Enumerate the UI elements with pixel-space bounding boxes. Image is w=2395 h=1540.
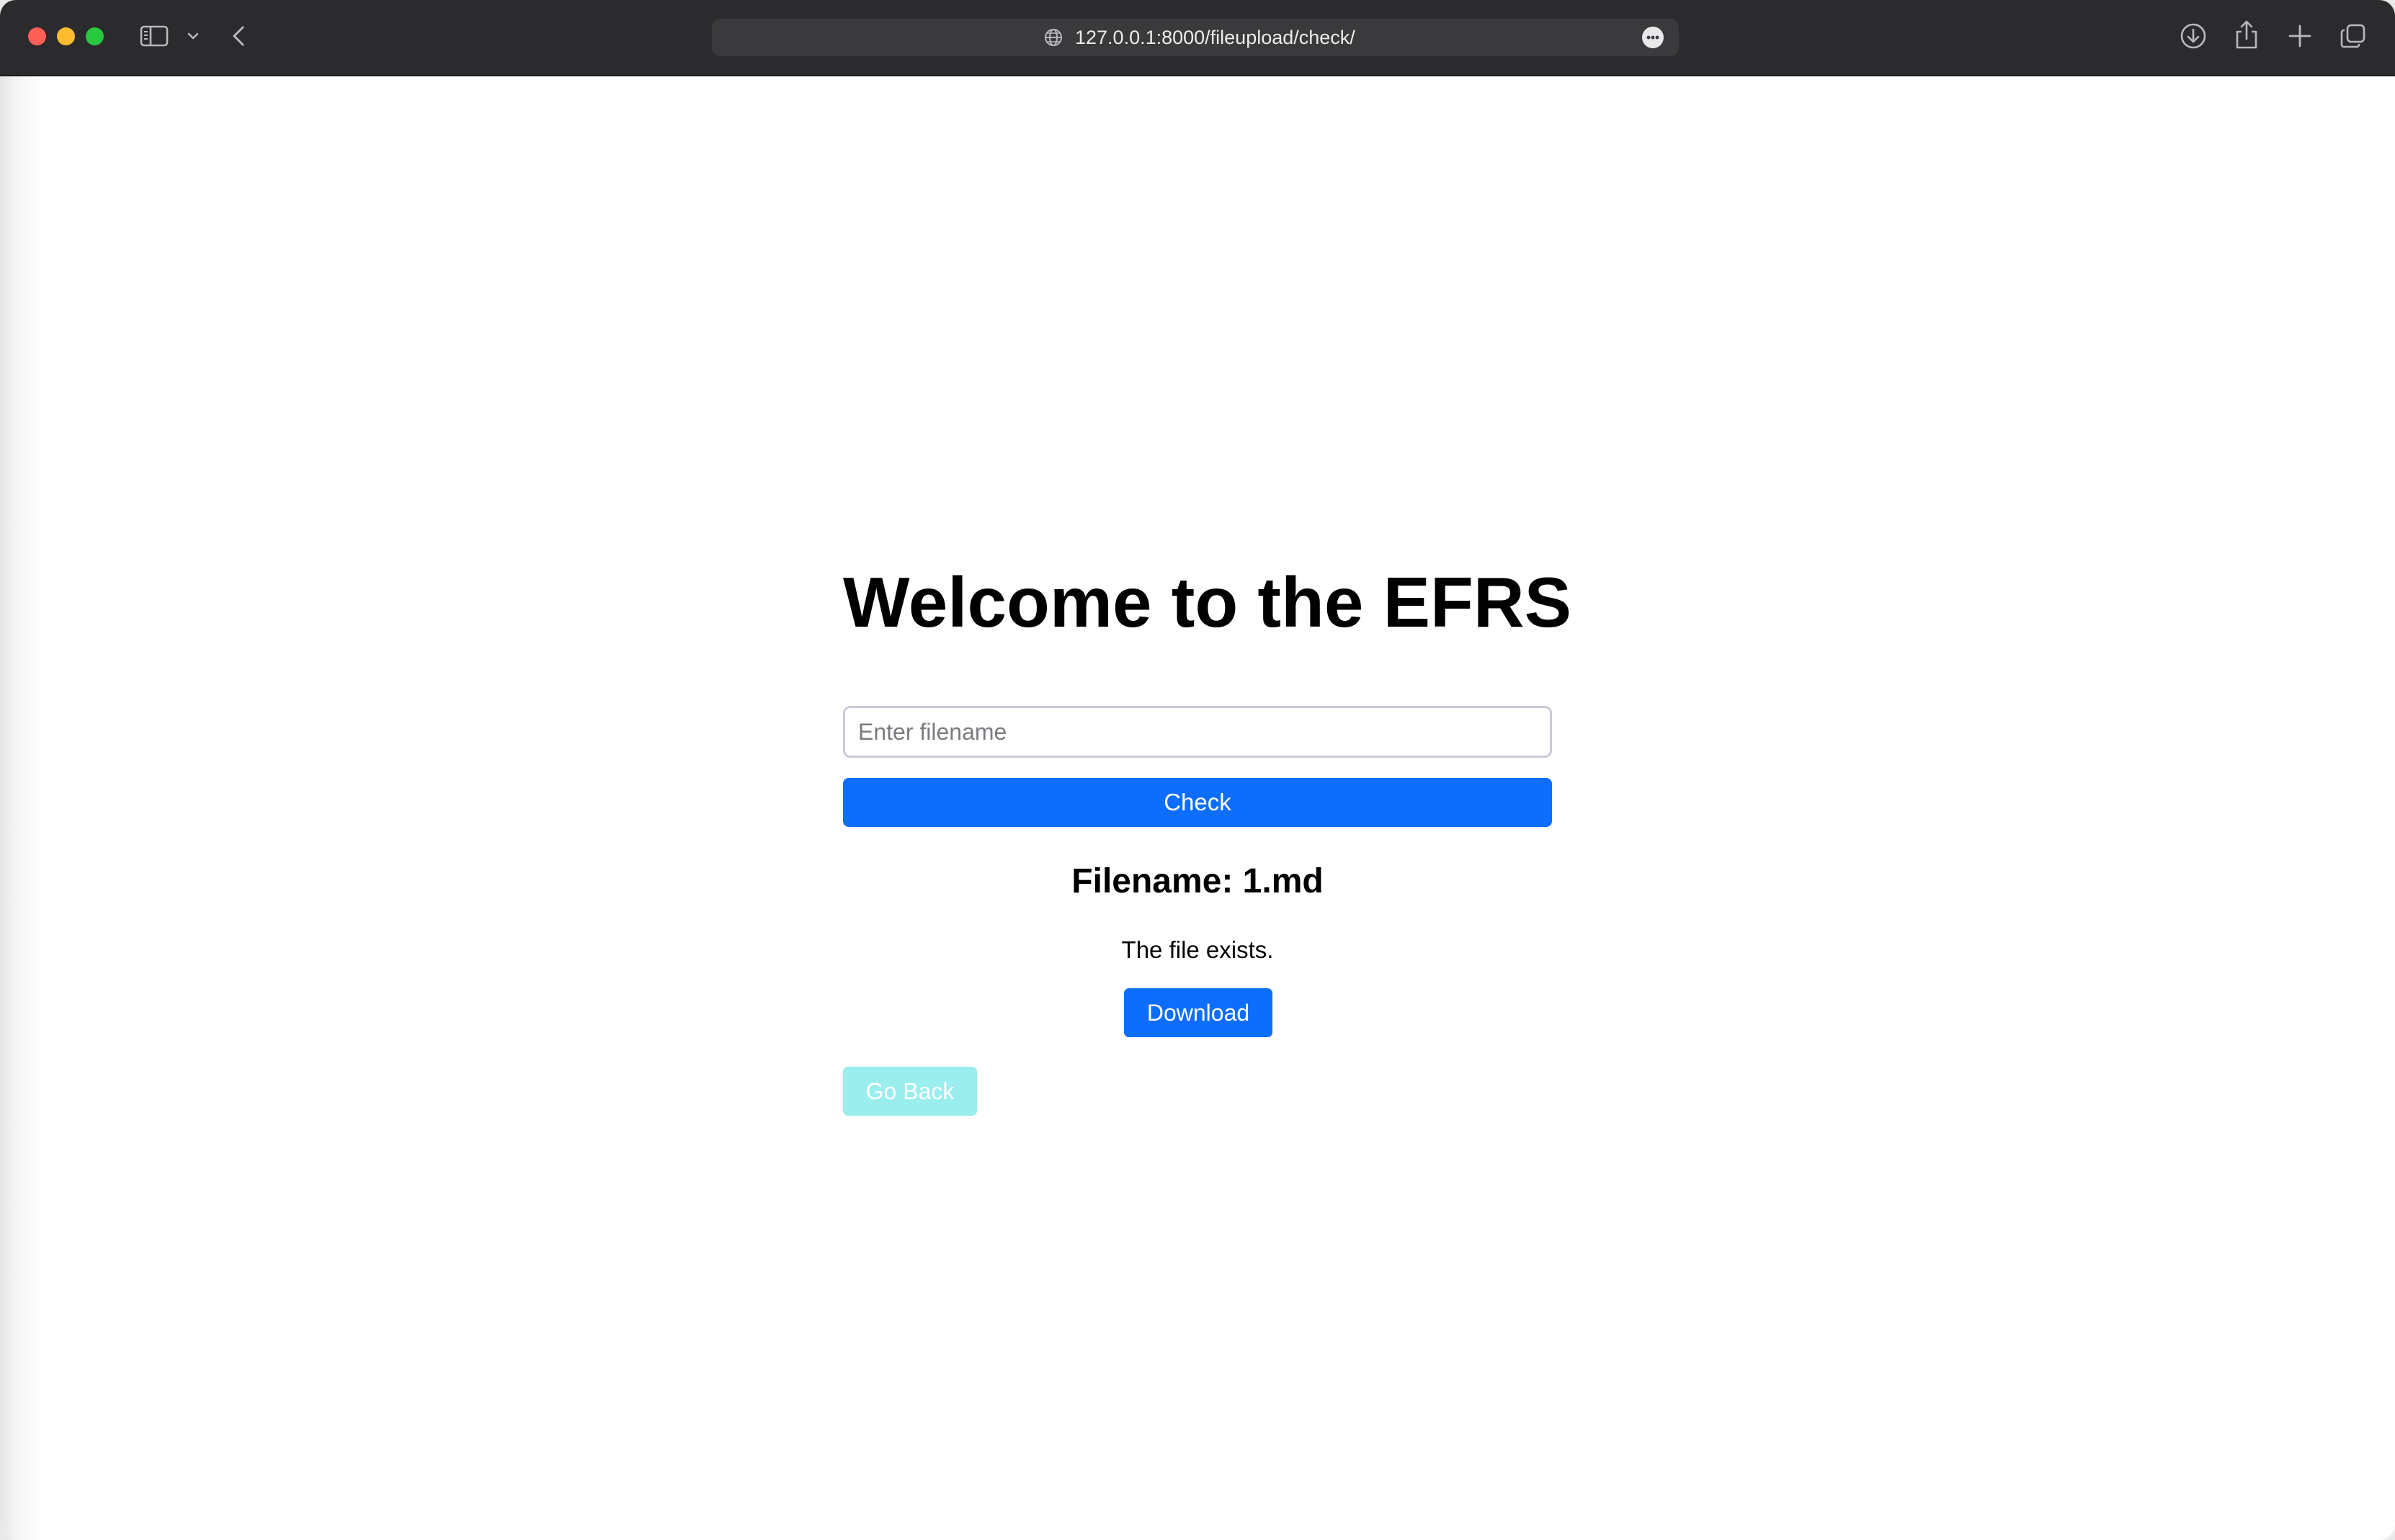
- globe-icon: [1043, 27, 1063, 48]
- sidebar-icon[interactable]: [140, 24, 169, 48]
- tabs-icon[interactable]: [2339, 22, 2368, 50]
- filename-input[interactable]: [843, 706, 1552, 758]
- page-title: Welcome to the EFRS: [843, 563, 1572, 642]
- window-edge-shadow: [0, 76, 43, 1540]
- check-button[interactable]: Check: [843, 778, 1552, 827]
- close-window-button[interactable]: [28, 27, 46, 45]
- browser-toolbar: 127.0.0.1:8000/fileupload/check/: [0, 0, 2395, 76]
- share-icon[interactable]: [2232, 19, 2261, 50]
- minimize-window-button[interactable]: [57, 27, 75, 45]
- download-icon[interactable]: [2179, 22, 2208, 50]
- result-filename-heading: Filename: 1.md: [1071, 862, 1324, 900]
- file-status-text: The file exists.: [1121, 936, 1274, 963]
- address-bar[interactable]: 127.0.0.1:8000/fileupload/check/: [712, 19, 1679, 56]
- more-icon[interactable]: [1641, 26, 1664, 49]
- go-back-button[interactable]: Go Back: [843, 1067, 977, 1116]
- chevron-left-icon[interactable]: [226, 23, 252, 49]
- browser-window: 127.0.0.1:8000/fileupload/check/ Welcome…: [0, 0, 2395, 1540]
- zoom-window-button[interactable]: [86, 27, 104, 45]
- download-button[interactable]: Download: [1124, 988, 1272, 1037]
- url-text[interactable]: 127.0.0.1:8000/fileupload/check/: [1075, 19, 1355, 56]
- plus-icon[interactable]: [2285, 22, 2314, 50]
- page-content: Welcome to the EFRS Check Filename: 1.md…: [0, 76, 2395, 1540]
- chevron-down-icon[interactable]: [184, 27, 202, 45]
